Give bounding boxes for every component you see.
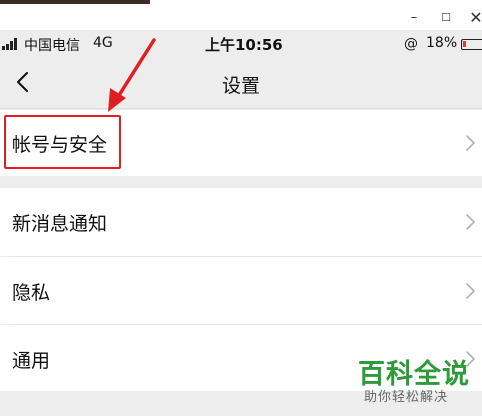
carrier-name: 中国电信 bbox=[24, 38, 80, 54]
chevron-right-icon bbox=[466, 135, 475, 151]
annotation-arrow bbox=[108, 38, 156, 112]
nav-bar: 设置 bbox=[0, 58, 482, 109]
window-titlebar: – ☐ ✕ bbox=[0, 5, 482, 30]
minimize-button[interactable]: – bbox=[398, 5, 430, 30]
watermark-subtitle: 助你轻松解决 bbox=[364, 390, 449, 405]
settings-item-privacy[interactable]: 隐私 bbox=[0, 257, 482, 324]
settings-item-label: 隐私 bbox=[12, 282, 51, 304]
background-window-edge bbox=[0, 0, 150, 4]
battery-percent: 18% bbox=[426, 35, 458, 51]
close-button[interactable]: ✕ bbox=[460, 5, 482, 30]
rotation-lock-icon: @ bbox=[404, 36, 418, 52]
settings-item-new-message-notification[interactable]: 新消息通知 bbox=[0, 188, 482, 256]
watermark-logo: 百科全说 助你轻松解决 bbox=[350, 352, 482, 416]
maximize-button[interactable]: ☐ bbox=[430, 5, 462, 30]
signal-strength-icon bbox=[2, 38, 20, 50]
status-time: 上午10:56 bbox=[205, 36, 283, 54]
chevron-right-icon bbox=[466, 283, 475, 299]
settings-item-label: 通用 bbox=[12, 350, 51, 372]
highlight-box bbox=[4, 115, 121, 169]
battery-icon bbox=[461, 39, 482, 50]
status-bar: 中国电信 4G 上午10:56 @ 18% bbox=[0, 30, 482, 58]
page-title: 设置 bbox=[221, 75, 260, 97]
battery-fill bbox=[463, 41, 466, 47]
chevron-right-icon bbox=[466, 214, 475, 230]
settings-item-label: 新消息通知 bbox=[12, 213, 108, 235]
